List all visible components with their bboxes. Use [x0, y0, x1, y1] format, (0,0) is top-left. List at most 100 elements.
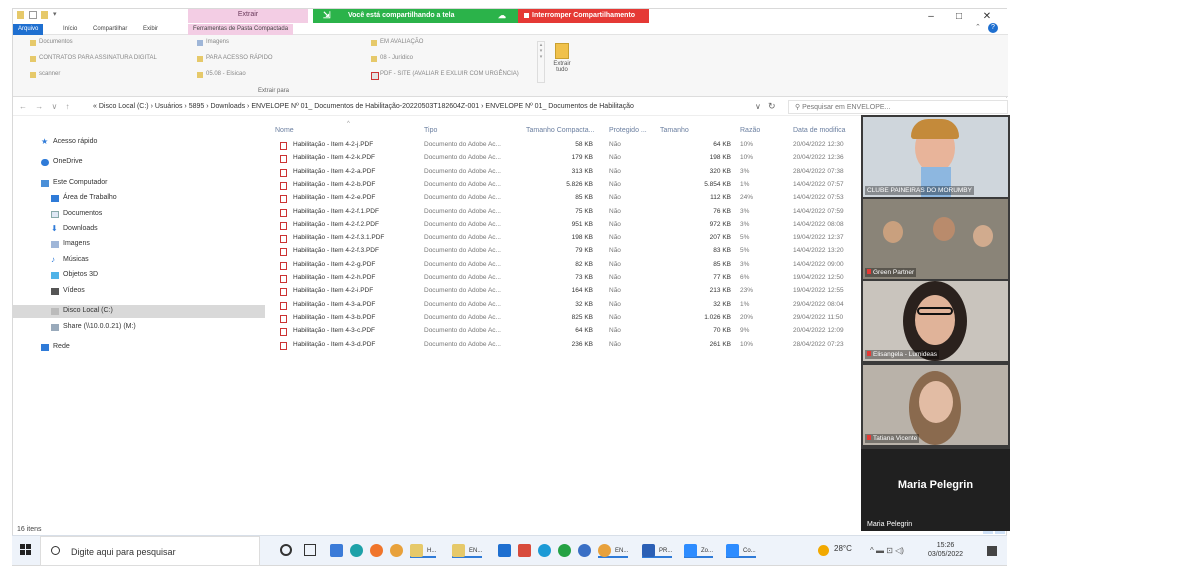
sidebar-item-downloads[interactable]: ⬇ Downloads [51, 224, 98, 233]
file-row[interactable]: Habilitação - Item 4-3-d.PDF Documento do… [275, 341, 860, 352]
column-header-tipo[interactable]: Tipo [424, 127, 437, 134]
system-tray-icons[interactable]: ^ ▬ ⊡ ◁) [870, 546, 904, 555]
file-row[interactable]: Habilitação - Item 4-2-f.2.PDF Documento … [275, 221, 860, 232]
file-row[interactable]: Habilitação - Item 4-2-b.PDF Documento do… [275, 181, 860, 192]
notification-icon[interactable] [987, 546, 997, 556]
calculator-icon[interactable] [330, 544, 343, 557]
taskbar-app-zoom[interactable]: Zo... [684, 544, 714, 558]
extract-target-scanner[interactable]: scanner [29, 71, 60, 78]
video-tile[interactable]: CLUBE PAINEIRAS DO MORUMBY [863, 117, 1008, 197]
file-row[interactable]: Habilitação - Item 4-2-f.3.1.PDF Document… [275, 234, 860, 245]
file-row[interactable]: Habilitação - Item 4-2-j.PDF Documento do… [275, 141, 860, 152]
tab-arquivo[interactable]: Arquivo [13, 24, 44, 35]
taskbar-search-input[interactable]: Digite aqui para pesquisar [40, 536, 260, 566]
sidebar-item-imagens[interactable]: Imagens [51, 240, 90, 248]
tab-inicio[interactable]: Início [58, 24, 82, 35]
refresh-icon[interactable]: ↻ [768, 101, 776, 112]
sidebar-item-disco-local[interactable]: Disco Local (C:) [51, 307, 113, 315]
extract-target-elsicao[interactable]: 05.08 - Elsicao [196, 71, 246, 78]
video-tile[interactable]: Tatiana Vicente [863, 365, 1008, 445]
file-row[interactable]: Habilitação - Item 4-2-k.PDF Documento do… [275, 154, 860, 165]
skype-icon[interactable] [538, 544, 551, 557]
pdf-file-icon [280, 314, 287, 323]
app-label: EN... [615, 548, 629, 554]
taskbar-app-explorer-en[interactable]: EN... [452, 544, 483, 558]
properties-icon[interactable] [29, 11, 37, 19]
task-view-icon[interactable] [304, 544, 316, 556]
participant-label: Tatiana Vicente [873, 435, 918, 442]
file-row[interactable]: Habilitação - Item 4-2-h.PDF Documento do… [275, 274, 860, 285]
taskbar-app-zoom-co[interactable]: Co... [726, 544, 756, 558]
sidebar-item-acesso-rapido[interactable]: ★ Acesso rápido [41, 137, 97, 146]
firefox-icon[interactable] [370, 544, 383, 557]
teams-icon[interactable] [578, 544, 591, 557]
extract-target-pdf-site[interactable]: PDF - SITE (AVALIAR E EXLUIR COM URGÊNCI… [370, 71, 519, 80]
column-header-razao[interactable]: Razão [740, 127, 760, 134]
sidebar-item-musicas[interactable]: ♪ Músicas [51, 255, 89, 264]
chrome-icon[interactable] [390, 544, 403, 557]
extract-target-documentos[interactable]: Documentos [29, 39, 73, 46]
taskbar-app-explorer-h[interactable]: H... [410, 544, 437, 558]
column-header-tamanho[interactable]: Tamanho [660, 127, 689, 134]
breadcrumb[interactable]: « Disco Local (C:) › Usuários › 5895 › D… [93, 103, 634, 110]
extract-all-button[interactable]: Extrair tudo [551, 43, 573, 83]
extract-target-imagens[interactable]: Imagens [196, 39, 229, 46]
file-row[interactable]: Habilitação - Item 4-2-i.PDF Documento do… [275, 287, 860, 298]
help-icon[interactable]: ? [988, 23, 998, 33]
whatsapp-icon[interactable] [558, 544, 571, 557]
sidebar-item-area-de-trabalho[interactable]: Área de Trabalho [51, 194, 117, 202]
active-speaker-tile[interactable]: Maria Pelegrin Maria Pelegrin [861, 449, 1010, 531]
sidebar-item-objetos-3d[interactable]: Objetos 3D [51, 271, 98, 279]
minimize-button[interactable]: – [916, 11, 946, 22]
video-tile[interactable]: Elisangela - Lumideas [863, 281, 1008, 361]
sidebar-item-share[interactable]: Share (\\10.0.0.21) (M:) [51, 323, 136, 331]
edge-icon[interactable] [350, 544, 363, 557]
file-row[interactable]: Habilitação - Item 4-2-f.3.PDF Documento … [275, 247, 860, 258]
extract-target-acesso-rapido[interactable]: PARA ACESSO RÁPIDO [196, 55, 273, 62]
outlook-icon[interactable] [498, 544, 511, 557]
gallery-scroll[interactable]: ▴ ▾ ▾ [537, 41, 545, 83]
file-row[interactable]: Habilitação - Item 4-2-f.1.PDF Documento … [275, 208, 860, 219]
column-header-data[interactable]: Data de modifica [793, 127, 846, 134]
sidebar-item-rede[interactable]: Rede [41, 343, 70, 351]
column-header-tamanho-compactado[interactable]: Tamanho Compacta... [526, 127, 594, 134]
search-input[interactable]: ⚲ Pesquisar em ENVELOPE... [788, 100, 1008, 114]
tab-compartilhar[interactable]: Compartilhar [88, 24, 132, 35]
sidebar-item-videos[interactable]: Vídeos [51, 287, 85, 295]
cortana-icon[interactable] [280, 544, 292, 556]
taskbar-app-word-pr[interactable]: PR... [642, 544, 673, 558]
address-dropdown-icon[interactable]: ∨ [755, 102, 761, 111]
column-header-nome[interactable]: Nome [275, 127, 294, 134]
file-row[interactable]: Habilitação - Item 4-2-a.PDF Documento do… [275, 168, 860, 179]
close-button[interactable]: ✕ [972, 11, 1002, 22]
weather-widget[interactable]: 28°C [818, 544, 852, 556]
stop-sharing-button[interactable]: Interromper Compartilhamento [518, 9, 649, 23]
clock[interactable]: 15:26 03/05/2022 [928, 541, 963, 559]
extract-target-em-avaliacao[interactable]: EM AVALIAÇÃO [370, 39, 423, 46]
security-icon[interactable] [518, 544, 531, 557]
tab-ferramentas-pasta-compactada[interactable]: Ferramentas de Pasta Compactada [188, 24, 294, 35]
file-row[interactable]: Habilitação - Item 4-3-b.PDF Documento do… [275, 314, 860, 325]
windows-start-button[interactable] [20, 544, 32, 556]
sidebar-item-documentos[interactable]: Documentos [51, 210, 102, 218]
navigation-arrows[interactable]: ← → ∨ ↑ [19, 102, 70, 111]
sidebar-item-onedrive[interactable]: OneDrive [41, 158, 83, 166]
file-row[interactable]: Habilitação - Item 4-2-g.PDF Documento do… [275, 261, 860, 272]
quick-access-dropdown-icon[interactable]: ▾ [53, 10, 57, 18]
file-row[interactable]: Habilitação - Item 4-3-c.PDF Documento do… [275, 327, 860, 338]
share-options-icon[interactable]: ☁ [498, 11, 506, 20]
file-row[interactable]: Habilitação - Item 4-2-e.PDF Documento do… [275, 194, 860, 205]
maximize-button[interactable]: □ [944, 11, 974, 22]
taskbar-app-chrome-en[interactable]: EN... [598, 544, 629, 558]
video-tile[interactable]: Green Partner [863, 199, 1008, 279]
collapse-ribbon-icon[interactable]: ⌃ [975, 23, 981, 31]
file-row[interactable]: Habilitação - Item 4-3-a.PDF Documento do… [275, 301, 860, 312]
new-folder-icon[interactable] [41, 11, 48, 19]
extract-target-contratos[interactable]: CONTRATOS PARA ASSINATURA DIGITAL [29, 55, 157, 62]
extract-context-tab-header[interactable]: Extrair [188, 9, 308, 23]
sidebar-item-este-computador[interactable]: Este Computador [41, 179, 107, 187]
column-header-protegido[interactable]: Protegido ... [609, 127, 647, 134]
extract-target-juridico[interactable]: 08 - Jurídico [370, 55, 413, 62]
tab-exibir[interactable]: Exibir [138, 24, 163, 35]
file-compressed-size: 75 KB [575, 207, 593, 215]
